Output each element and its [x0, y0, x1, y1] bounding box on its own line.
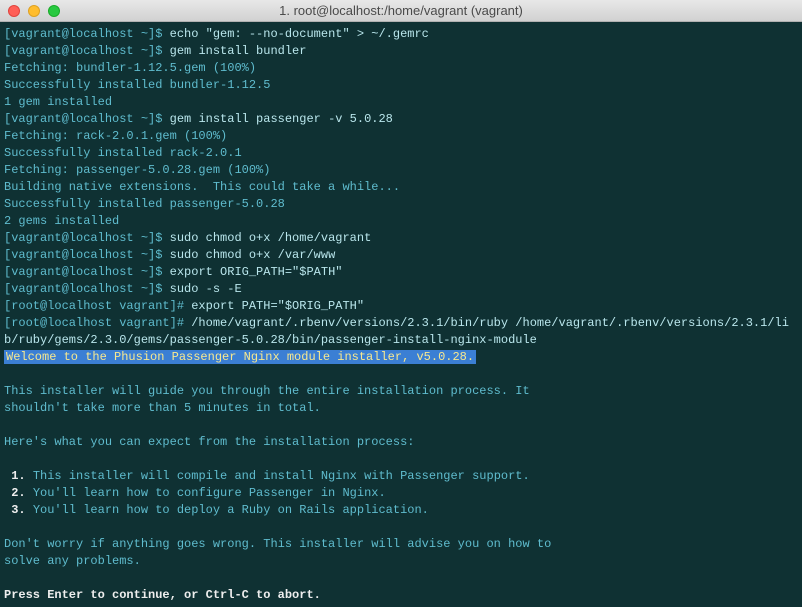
output-line: Here's what you can expect from the inst… [4, 435, 414, 449]
output-line: Fetching: passenger-5.0.28.gem (100%) [4, 163, 270, 177]
zoom-icon[interactable] [48, 5, 60, 17]
command: export ORIG_PATH="$PATH" [170, 265, 343, 279]
output-line: solve any problems. [4, 554, 141, 568]
command: gem install bundler [170, 44, 307, 58]
step-text: This installer will compile and install … [33, 469, 530, 483]
terminal-content: [vagrant@localhost ~]$ echo "gem: --no-d… [4, 26, 798, 604]
prompt: [vagrant@localhost ~]$ [4, 265, 170, 279]
prompt-root: [root@localhost vagrant]# [4, 299, 191, 313]
output-line: Successfully installed bundler-1.12.5 [4, 78, 270, 92]
window-title: 1. root@localhost:/home/vagrant (vagrant… [0, 3, 802, 18]
output-line: Building native extensions. This could t… [4, 180, 400, 194]
step-number: 1. [4, 469, 33, 483]
welcome-banner: Welcome to the Phusion Passenger Nginx m… [4, 350, 476, 364]
command: sudo -s -E [170, 282, 242, 296]
close-icon[interactable] [8, 5, 20, 17]
step-text: You'll learn how to deploy a Ruby on Rai… [33, 503, 429, 517]
command: gem install passenger -v 5.0.28 [170, 112, 393, 126]
prompt: [vagrant@localhost ~]$ [4, 282, 170, 296]
prompt: [vagrant@localhost ~]$ [4, 44, 170, 58]
prompt: [vagrant@localhost ~]$ [4, 27, 170, 41]
command: sudo chmod o+x /var/www [170, 248, 336, 262]
prompt: [vagrant@localhost ~]$ [4, 112, 170, 126]
window-titlebar: 1. root@localhost:/home/vagrant (vagrant… [0, 0, 802, 22]
command: export PATH="$ORIG_PATH" [191, 299, 364, 313]
step-number: 2. [4, 486, 33, 500]
output-line: 1 gem installed [4, 95, 112, 109]
step-number: 3. [4, 503, 33, 517]
output-line: Fetching: rack-2.0.1.gem (100%) [4, 129, 227, 143]
output-line: Fetching: bundler-1.12.5.gem (100%) [4, 61, 256, 75]
output-line: Successfully installed rack-2.0.1 [4, 146, 242, 160]
output-line: shouldn't take more than 5 minutes in to… [4, 401, 321, 415]
prompt: [vagrant@localhost ~]$ [4, 231, 170, 245]
step-text: You'll learn how to configure Passenger … [33, 486, 386, 500]
terminal-area[interactable]: [vagrant@localhost ~]$ echo "gem: --no-d… [0, 22, 802, 607]
command: echo "gem: --no-document" > ~/.gemrc [170, 27, 429, 41]
prompt: [vagrant@localhost ~]$ [4, 248, 170, 262]
output-line: Successfully installed passenger-5.0.28 [4, 197, 285, 211]
output-line: 2 gems installed [4, 214, 119, 228]
minimize-icon[interactable] [28, 5, 40, 17]
output-line: This installer will guide you through th… [4, 384, 530, 398]
output-line: Don't worry if anything goes wrong. This… [4, 537, 551, 551]
prompt-continue: Press Enter to continue, or Ctrl-C to ab… [4, 588, 321, 602]
traffic-lights [8, 5, 60, 17]
prompt-root: [root@localhost vagrant]# [4, 316, 191, 330]
command: sudo chmod o+x /home/vagrant [170, 231, 372, 245]
